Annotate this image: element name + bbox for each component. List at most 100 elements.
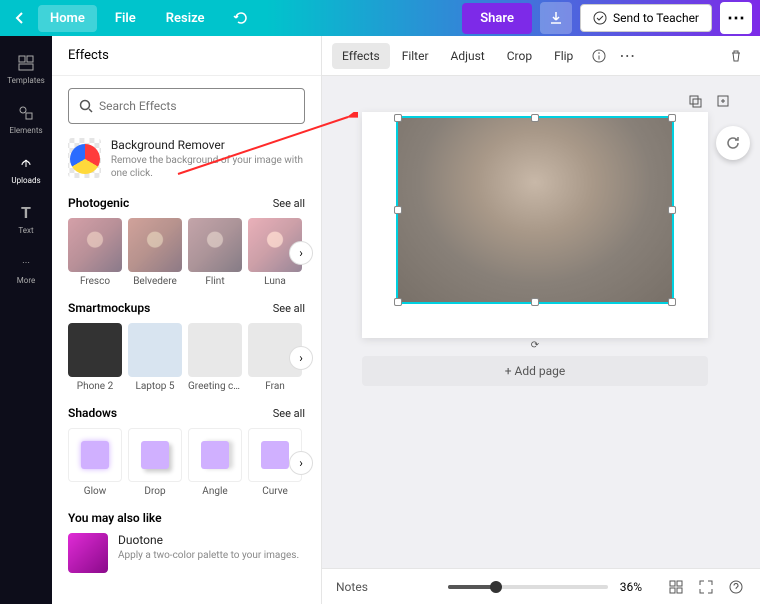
resize-handle-tr[interactable] <box>668 114 676 122</box>
add-page-button[interactable]: ⟳ + Add page <box>362 356 708 386</box>
fullscreen-icon <box>699 580 713 594</box>
duplicate-page-button[interactable] <box>684 90 706 112</box>
background-remover-item[interactable]: Background Remover Remove the background… <box>68 138 305 180</box>
shadows-scroll-right[interactable]: › <box>289 451 313 475</box>
download-button[interactable] <box>540 2 572 34</box>
top-bar: Home File Resize Share Send to Teacher ⋯ <box>0 0 760 36</box>
bg-remover-title: Background Remover <box>111 138 305 152</box>
check-circle-icon <box>593 11 607 25</box>
effect-flint[interactable]: Flint <box>188 218 242 287</box>
resize-handle-br[interactable] <box>668 298 676 306</box>
add-page-button-small[interactable] <box>712 90 734 112</box>
grid-view-button[interactable] <box>666 577 686 597</box>
section-smartmockups: Smartmockups See all Phone 2 Laptop 5 Gr… <box>68 301 305 392</box>
bg-remover-desc: Remove the background of your image with… <box>111 154 305 180</box>
bg-remover-thumb <box>68 138 101 178</box>
notes-button[interactable]: Notes <box>336 580 368 594</box>
nav-home[interactable]: Home <box>38 5 97 32</box>
sidebar-more[interactable]: ⋯ More <box>0 246 52 292</box>
context-toolbar: Effects Filter Adjust Crop Flip ⋯ <box>322 36 760 76</box>
smartmockups-title: Smartmockups <box>68 301 150 315</box>
shadow-glow[interactable]: Glow <box>68 428 122 497</box>
duotone-item[interactable]: Duotone Apply a two-color palette to you… <box>68 533 305 573</box>
photogenic-see-all[interactable]: See all <box>273 197 305 210</box>
send-teacher-label: Send to Teacher <box>613 11 699 25</box>
resize-handle-bl[interactable] <box>394 298 402 306</box>
sidebar-elements[interactable]: Elements <box>0 96 52 142</box>
zoom-value[interactable]: 36% <box>620 580 642 594</box>
search-icon <box>79 99 93 113</box>
toolbar-effects[interactable]: Effects <box>332 43 390 69</box>
duplicate-icon <box>688 94 702 108</box>
left-sidebar: Templates Elements Uploads T Text ⋯ More <box>0 36 52 604</box>
effect-fresco[interactable]: Fresco <box>68 218 122 287</box>
sidebar-text[interactable]: T Text <box>0 196 52 242</box>
smartmockups-see-all[interactable]: See all <box>273 302 305 315</box>
toolbar-adjust[interactable]: Adjust <box>441 43 495 69</box>
mockup-greeting-card[interactable]: Greeting car... <box>188 323 242 392</box>
rotate-icon: ⟳ <box>531 340 539 351</box>
smartmockups-scroll-right[interactable]: › <box>289 346 313 370</box>
uploads-icon <box>18 155 34 171</box>
shadows-see-all[interactable]: See all <box>273 407 305 420</box>
nav-file[interactable]: File <box>103 5 148 32</box>
toolbar-filter[interactable]: Filter <box>392 43 439 69</box>
info-icon <box>592 49 606 63</box>
search-input[interactable] <box>99 99 294 113</box>
send-to-teacher-button[interactable]: Send to Teacher <box>580 4 712 32</box>
toolbar-info[interactable] <box>585 42 613 70</box>
duotone-title: Duotone <box>118 533 299 547</box>
shadow-angle[interactable]: Angle <box>188 428 242 497</box>
help-button[interactable] <box>726 577 746 597</box>
back-button[interactable] <box>8 6 32 30</box>
status-bar: Notes 36% <box>322 568 760 604</box>
canvas-area: Effects Filter Adjust Crop Flip ⋯ <box>322 36 760 604</box>
youmay-title: You may also like <box>68 511 162 525</box>
zoom-slider-thumb[interactable] <box>490 581 502 593</box>
refresh-button[interactable] <box>716 126 750 160</box>
toolbar-flip[interactable]: Flip <box>544 43 583 69</box>
mockup-laptop5[interactable]: Laptop 5 <box>128 323 182 392</box>
grid-icon <box>669 580 683 594</box>
section-shadows: Shadows See all Glow Drop Angle Curve › <box>68 406 305 497</box>
effects-panel: Effects Background Remover Remove the ba… <box>52 36 322 604</box>
resize-handle-b[interactable] <box>531 298 539 306</box>
resize-handle-r[interactable] <box>668 206 676 214</box>
resize-handle-tl[interactable] <box>394 114 402 122</box>
undo-icon <box>233 10 249 26</box>
share-button[interactable]: Share <box>462 3 532 34</box>
selected-image[interactable] <box>396 116 674 304</box>
canvas-viewport[interactable]: ⟳ + Add page <box>322 76 760 568</box>
photogenic-scroll-right[interactable]: › <box>289 241 313 265</box>
more-icon: ⋯ <box>17 254 35 272</box>
duotone-desc: Apply a two-color palette to your images… <box>118 549 299 562</box>
toolbar-more[interactable]: ⋯ <box>613 42 641 70</box>
shadow-drop[interactable]: Drop <box>128 428 182 497</box>
nav-resize[interactable]: Resize <box>154 5 217 32</box>
help-icon <box>729 580 743 594</box>
sidebar-templates[interactable]: Templates <box>0 46 52 92</box>
chevron-left-icon <box>14 12 26 24</box>
search-box[interactable] <box>68 88 305 124</box>
effect-belvedere[interactable]: Belvedere <box>128 218 182 287</box>
shadows-title: Shadows <box>68 406 117 420</box>
fullscreen-button[interactable] <box>696 577 716 597</box>
resize-handle-t[interactable] <box>531 114 539 122</box>
toolbar-delete[interactable] <box>722 42 750 70</box>
download-icon <box>549 11 563 25</box>
section-photogenic: Photogenic See all Fresco Belvedere Flin… <box>68 196 305 287</box>
sidebar-uploads[interactable]: Uploads <box>0 146 52 192</box>
zoom-slider[interactable] <box>448 585 608 589</box>
section-you-may-like: You may also like Duotone Apply a two-co… <box>68 511 305 573</box>
duotone-thumb <box>68 533 108 573</box>
text-icon: T <box>17 204 35 222</box>
panel-title: Effects <box>52 36 321 76</box>
photogenic-title: Photogenic <box>68 196 129 210</box>
more-menu-button[interactable]: ⋯ <box>720 2 752 34</box>
resize-handle-l[interactable] <box>394 206 402 214</box>
refresh-icon <box>725 135 741 151</box>
toolbar-crop[interactable]: Crop <box>497 43 542 69</box>
image-content <box>398 118 672 302</box>
mockup-phone2[interactable]: Phone 2 <box>68 323 122 392</box>
undo-button[interactable] <box>227 4 255 32</box>
